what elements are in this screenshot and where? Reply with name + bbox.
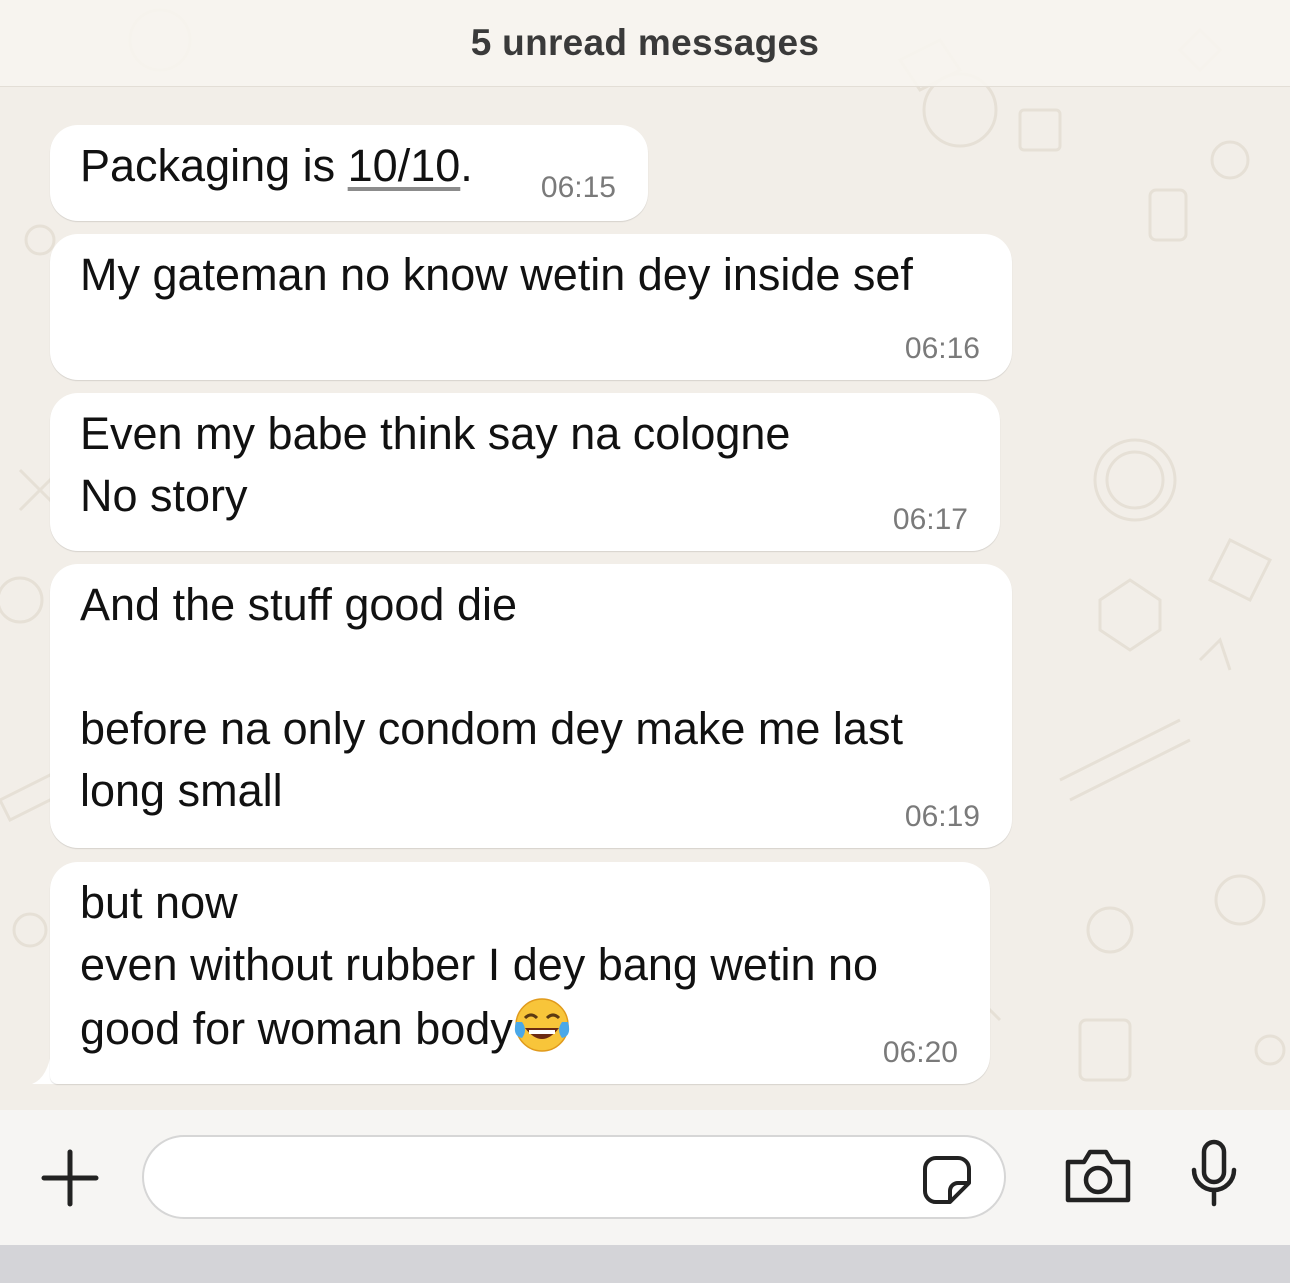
keyboard-area-strip: [0, 1245, 1290, 1283]
unread-messages-label: 5 unread messages: [470, 22, 820, 63]
message-timestamp: 06:15: [540, 171, 616, 204]
message-timestamp: 06:19: [904, 800, 980, 833]
message-bubble[interactable]: but now even without rubber I dey bang w…: [50, 862, 990, 1084]
message-text-suffix: .: [460, 140, 473, 191]
message-timestamp: 06:16: [904, 332, 980, 365]
camera-icon[interactable]: [1062, 1146, 1134, 1206]
message-text-body: but now even without rubber I dey bang w…: [80, 877, 879, 1054]
message-text: Even my babe think say na cologne No sto…: [80, 408, 791, 521]
message-input[interactable]: [168, 1149, 912, 1209]
unread-messages-banner: 5 unread messages: [0, 0, 1290, 87]
message-text: And the stuff good die before na only co…: [80, 579, 903, 816]
message-bubble[interactable]: Packaging is 10/10. 06:15: [50, 125, 648, 221]
face-with-tears-of-joy-emoji: [514, 998, 569, 1052]
message-text: but now even without rubber I dey bang w…: [80, 872, 958, 1060]
message-bubble[interactable]: My gateman no know wetin dey inside sef …: [50, 234, 1012, 380]
message-bubble[interactable]: And the stuff good die before na only co…: [50, 564, 1012, 848]
message-timestamp: 06:17: [892, 503, 968, 536]
message-text-link[interactable]: 10/10: [348, 140, 461, 191]
message-text-prefix: Packaging is: [80, 140, 348, 191]
plus-icon[interactable]: [38, 1146, 102, 1210]
message-text: Packaging is 10/10.: [80, 135, 616, 197]
message-text: My gateman no know wetin dey inside sef: [80, 249, 913, 300]
message-input-field[interactable]: [142, 1135, 1006, 1219]
microphone-icon[interactable]: [1186, 1138, 1242, 1210]
sticker-icon[interactable]: [922, 1155, 972, 1205]
message-timestamp: 06:20: [882, 1036, 958, 1069]
message-bubble[interactable]: Even my babe think say na cologne No sto…: [50, 393, 1000, 551]
